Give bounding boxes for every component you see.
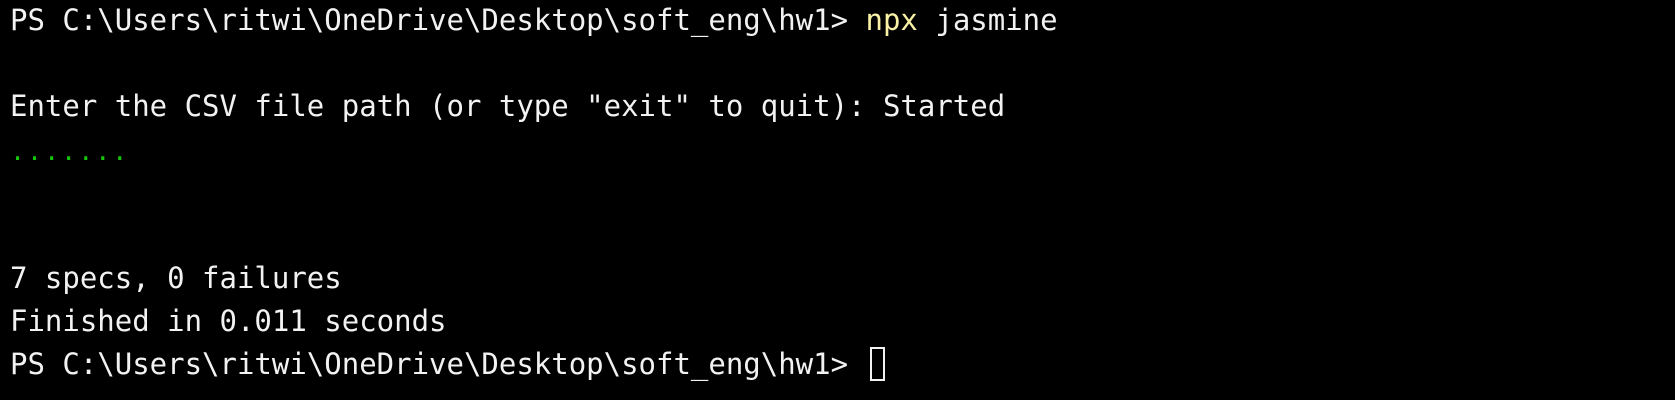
input-prompt-line: Enter the CSV file path (or type "exit" …	[10, 89, 1006, 123]
prompt-text: PS C:\Users\ritwi\OneDrive\Desktop\soft_…	[10, 347, 866, 381]
terminal-window[interactable]: PS C:\Users\ritwi\OneDrive\Desktop\soft_…	[0, 0, 1675, 400]
text-cursor[interactable]	[869, 347, 885, 381]
current-prompt-line[interactable]: PS C:\Users\ritwi\OneDrive\Desktop\soft_…	[10, 344, 885, 384]
spec-progress-dots: .......	[10, 137, 130, 166]
test-summary: 7 specs, 0 failures	[10, 261, 342, 295]
command-arguments: jasmine	[917, 3, 1058, 37]
command-line: PS C:\Users\ritwi\OneDrive\Desktop\soft_…	[10, 0, 1058, 40]
command-executable: npx	[865, 3, 918, 37]
prompt-text: PS C:\Users\ritwi\OneDrive\Desktop\soft_…	[10, 3, 866, 37]
finished-time: Finished in 0.011 seconds	[10, 304, 447, 338]
